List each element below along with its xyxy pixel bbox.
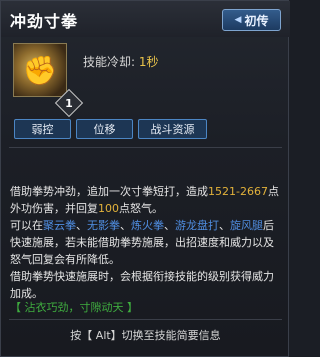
skill-link[interactable]: 无影拳 bbox=[87, 219, 120, 232]
divider bbox=[9, 147, 282, 148]
separator: 、 bbox=[164, 219, 175, 232]
skill-link[interactable]: 炼火拳 bbox=[131, 219, 164, 232]
skill-tags: 弱控 位移 战斗资源 bbox=[14, 119, 207, 139]
skill-quote: 【 沾衣巧劲，寸隙动天 】 bbox=[10, 301, 138, 314]
skill-icon: ✊ bbox=[13, 43, 67, 97]
description-paragraph-1: 借助拳势冲劲，追加一次寸拳短打，造成1521-2667点外功伤害，并回复100点… bbox=[10, 183, 282, 217]
description-paragraph-2: 可以在聚云拳、无影拳、炼火拳、游龙盘打、旋风腿后快速施展，若未能借助拳势施展，出… bbox=[10, 217, 282, 268]
desc-text: 可以在 bbox=[10, 219, 43, 232]
description-paragraph-3: 借助拳势快速施展时，会根据衔接技能的级别获得威力加成。 bbox=[10, 270, 274, 300]
tooltip-header: 冲劲寸拳 ◀ 初传 bbox=[1, 1, 290, 37]
skill-level: 1 bbox=[65, 96, 73, 110]
divider bbox=[9, 319, 282, 320]
separator: 、 bbox=[120, 219, 131, 232]
chevron-left-icon: ◀ bbox=[234, 15, 242, 25]
cooldown-label: 技能冷却: bbox=[83, 55, 139, 69]
desc-text: 借助拳势冲劲，追加一次寸拳短打，造成 bbox=[10, 185, 208, 198]
skill-link[interactable]: 聚云拳 bbox=[43, 219, 76, 232]
skill-tooltip: 冲劲寸拳 ◀ 初传 ✊ 1 技能冷却: 1秒 弱控 位移 战斗资源 借助拳势冲劲… bbox=[0, 0, 290, 357]
skill-description: 借助拳势冲劲，追加一次寸拳短打，造成1521-2667点外功伤害，并回复100点… bbox=[10, 183, 282, 302]
tier-badge: ◀ 初传 bbox=[222, 9, 281, 31]
skill-link[interactable]: 旋风腿 bbox=[230, 219, 263, 232]
fist-punch-icon: ✊ bbox=[22, 53, 58, 87]
cooldown-line: 技能冷却: 1秒 bbox=[83, 53, 159, 70]
tag-combat-resource: 战斗资源 bbox=[138, 119, 207, 139]
rage-amount: 100 bbox=[98, 202, 119, 215]
cooldown-value: 1秒 bbox=[138, 55, 159, 69]
desc-text: 点怒气。 bbox=[119, 202, 163, 215]
tag-displacement: 位移 bbox=[76, 119, 133, 139]
tier-badge-label: 初传 bbox=[244, 13, 269, 28]
footer-hint: 按【 Alt】切换至技能简要信息 bbox=[70, 329, 221, 342]
separator: 、 bbox=[219, 219, 230, 232]
damage-range: 1521-2667 bbox=[208, 185, 268, 198]
separator: 、 bbox=[76, 219, 87, 232]
tag-weak-control: 弱控 bbox=[14, 119, 71, 139]
skill-link[interactable]: 游龙盘打 bbox=[175, 219, 219, 232]
skill-title: 冲劲寸拳 bbox=[10, 12, 79, 31]
